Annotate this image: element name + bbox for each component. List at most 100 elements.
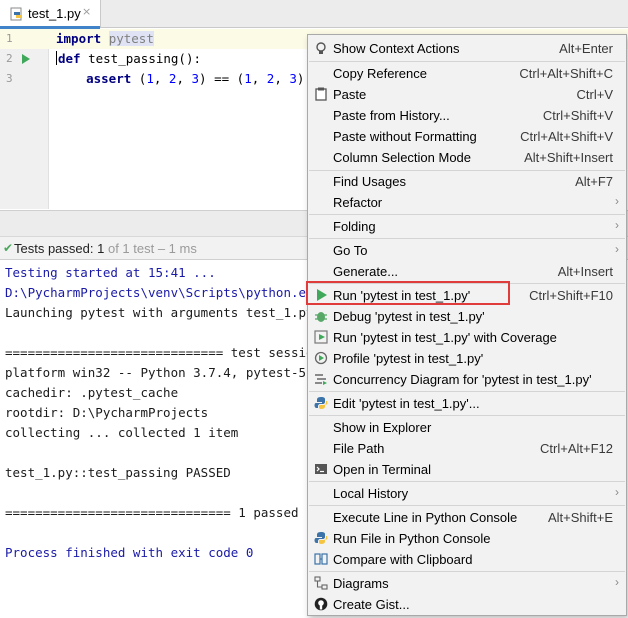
operator: ) == ( <box>199 71 245 86</box>
menu-item-show-in-explorer[interactable]: Show in Explorer <box>308 417 626 438</box>
menu-item-go-to[interactable]: Go To › <box>308 240 626 261</box>
console-line: ============================= test sessi… <box>5 345 337 360</box>
menu-shortcut: Ctrl+Shift+V <box>542 108 613 123</box>
keyword: assert <box>86 71 132 86</box>
comma: , <box>153 71 169 86</box>
menu-item-compare-with-clipboard[interactable]: Compare with Clipboard <box>308 549 626 570</box>
menu-label: Show in Explorer <box>333 420 432 435</box>
menu-label: Run 'pytest in test_1.py' with Coverage <box>333 330 557 345</box>
submenu-arrow-icon: › <box>615 575 619 589</box>
console-line: Process finished with exit code 0 <box>5 545 254 560</box>
close-icon[interactable]: × <box>82 5 91 18</box>
number: 3 <box>289 71 297 86</box>
console-line: cachedir: .pytest_cache <box>5 385 179 400</box>
menu-label: Run File in Python Console <box>333 531 491 546</box>
run-test-gutter-icon[interactable] <box>22 54 30 64</box>
tab-test-1-py[interactable]: test_1.py × <box>0 0 101 29</box>
menu-item-column-selection-mode[interactable]: Column Selection Mode Alt+Shift+Insert <box>308 147 626 168</box>
line-number: 1 <box>6 32 13 45</box>
status-label: Tests passed: <box>14 241 94 256</box>
menu-item-run-file-console[interactable]: Run File in Python Console <box>308 528 626 549</box>
menu-item-concurrency-diagram[interactable]: Concurrency Diagram for 'pytest in test_… <box>308 369 626 390</box>
menu-item-local-history[interactable]: Local History › <box>308 483 626 504</box>
console-line: Testing started at 15:41 ... <box>5 265 216 280</box>
menu-separator <box>309 238 625 239</box>
menu-item-folding[interactable]: Folding › <box>308 216 626 237</box>
menu-label: Create Gist... <box>333 597 410 612</box>
menu-item-copy-reference[interactable]: Copy Reference Ctrl+Alt+Shift+C <box>308 63 626 84</box>
check-icon: ✔ <box>3 241 14 255</box>
menu-item-paste-without-formatting[interactable]: Paste without Formatting Ctrl+Alt+Shift+… <box>308 126 626 147</box>
menu-label: Local History <box>333 486 409 501</box>
text-caret <box>56 51 57 65</box>
menu-shortcut: Alt+Enter <box>559 41 613 56</box>
menu-shortcut: Ctrl+Alt+Shift+C <box>519 66 613 81</box>
status-meta: of 1 test – 1 ms <box>104 241 197 256</box>
console-line: D:\PycharmProjects\venv\Scripts\python.e… <box>5 285 322 300</box>
menu-shortcut: Alt+Shift+E <box>547 510 613 525</box>
editor-tab-bar: test_1.py × <box>0 0 628 29</box>
menu-item-refactor[interactable]: Refactor › <box>308 192 626 213</box>
terminal-icon <box>315 464 327 474</box>
editor-context-menu: Show Context Actions Alt+Enter Copy Refe… <box>307 34 627 616</box>
menu-label: Generate... <box>333 264 399 279</box>
paren: ) <box>296 71 305 86</box>
menu-label: Compare with Clipboard <box>333 552 473 567</box>
profile-icon <box>314 351 328 365</box>
number: 3 <box>191 71 200 86</box>
bulb-icon <box>316 42 326 54</box>
menu-item-create-gist[interactable]: Create Gist... <box>308 594 626 615</box>
module-name: pytest <box>108 31 154 46</box>
menu-item-run-with-coverage[interactable]: Run 'pytest in test_1.py' with Coverage <box>308 327 626 348</box>
menu-label: Diagrams <box>333 576 389 591</box>
menu-label: Go To <box>333 243 368 258</box>
menu-item-show-context-actions[interactable]: Show Context Actions Alt+Enter <box>308 38 626 59</box>
concurrency-icon <box>315 374 327 385</box>
menu-item-paste[interactable]: Paste Ctrl+V <box>308 84 626 105</box>
menu-item-debug-pytest[interactable]: Debug 'pytest in test_1.py' <box>308 306 626 327</box>
menu-shortcut: Alt+Insert <box>557 264 613 279</box>
menu-item-run-pytest[interactable]: Run 'pytest in test_1.py' Ctrl+Shift+F10 <box>308 285 626 306</box>
menu-label: Concurrency Diagram for 'pytest in test_… <box>333 372 592 387</box>
submenu-arrow-icon: › <box>615 194 619 208</box>
menu-label: Paste without Formatting <box>333 129 477 144</box>
submenu-arrow-icon: › <box>615 242 619 256</box>
menu-label: Paste <box>333 87 367 102</box>
menu-label: Paste from History... <box>333 108 450 123</box>
menu-shortcut: Ctrl+Shift+F10 <box>529 288 613 303</box>
menu-item-find-usages[interactable]: Find Usages Alt+F7 <box>308 171 626 192</box>
compare-icon <box>314 553 328 565</box>
comma: , <box>251 71 267 86</box>
menu-shortcut: Ctrl+Alt+F12 <box>540 441 613 456</box>
menu-separator <box>309 214 625 215</box>
console-line: rootdir: D:\PycharmProjects <box>5 405 209 420</box>
diagram-icon <box>314 576 328 590</box>
console-line: test_1.py::test_passing PASSED <box>5 465 231 480</box>
menu-separator <box>309 505 625 506</box>
tab-label: test_1.py <box>28 6 81 21</box>
menu-item-profile-pytest[interactable]: Profile 'pytest in test_1.py' <box>308 348 626 369</box>
menu-shortcut: Ctrl+V <box>576 87 613 102</box>
menu-item-generate[interactable]: Generate... Alt+Insert <box>308 261 626 282</box>
coverage-icon <box>314 330 328 344</box>
console-line: ============================== 1 passed … <box>5 505 337 520</box>
tests-passed-status: Tests passed: 1 of 1 test – 1 ms <box>14 241 197 256</box>
submenu-arrow-icon: › <box>615 218 619 232</box>
number: 1 <box>146 71 154 86</box>
menu-separator <box>309 61 625 62</box>
submenu-arrow-icon: › <box>615 485 619 499</box>
line-number: 2 <box>6 52 13 65</box>
menu-item-execute-line-console[interactable]: Execute Line in Python Console Alt+Shift… <box>308 507 626 528</box>
menu-item-paste-from-history[interactable]: Paste from History... Ctrl+Shift+V <box>308 105 626 126</box>
menu-item-edit-configuration[interactable]: Edit 'pytest in test_1.py'... <box>308 393 626 414</box>
menu-item-file-path[interactable]: File Path Ctrl+Alt+F12 <box>308 438 626 459</box>
menu-label: Open in Terminal <box>333 462 432 477</box>
keyword: def <box>58 51 81 66</box>
menu-label: Folding <box>333 219 376 234</box>
menu-item-open-in-terminal[interactable]: Open in Terminal <box>308 459 626 480</box>
menu-item-diagrams[interactable]: Diagrams › <box>308 573 626 594</box>
menu-label: Find Usages <box>333 174 406 189</box>
menu-label: File Path <box>333 441 385 456</box>
menu-label: Show Context Actions <box>333 41 460 56</box>
menu-label: Refactor <box>333 195 383 210</box>
